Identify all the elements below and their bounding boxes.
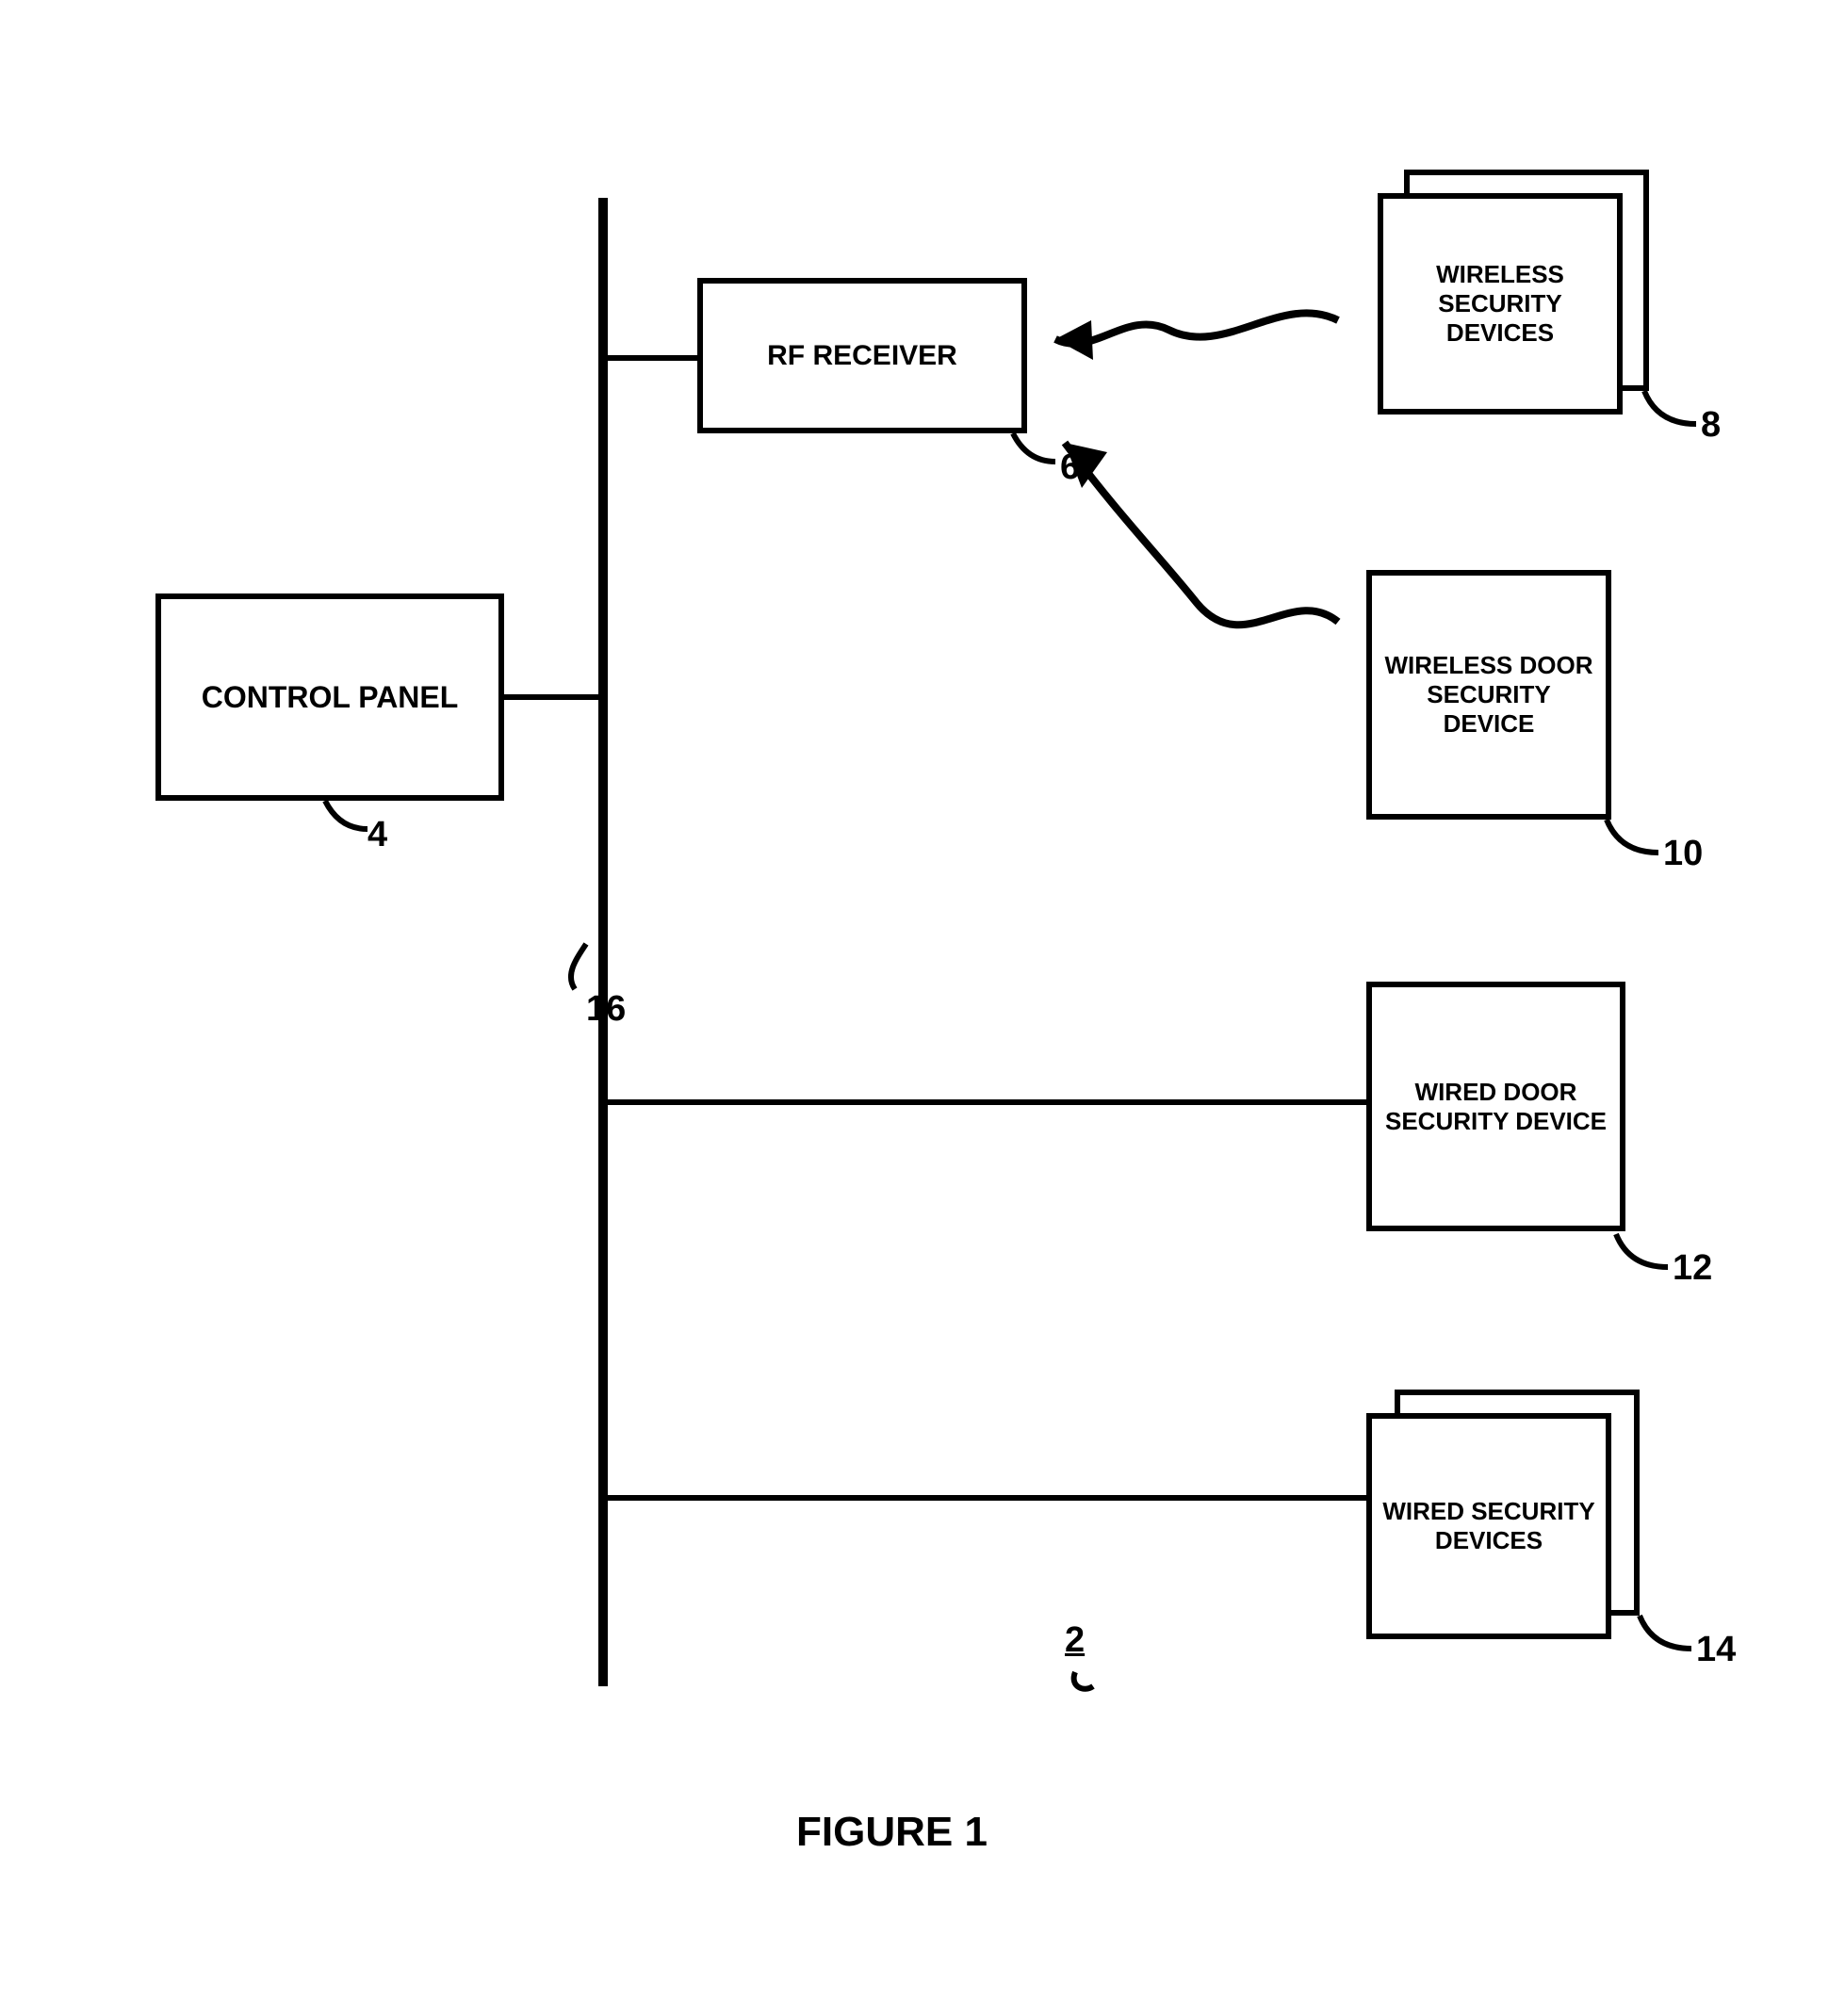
wired-security-devices-label: WIRED SECURITY DEVICES bbox=[1381, 1497, 1596, 1555]
figure-title: FIGURE 1 bbox=[796, 1809, 988, 1856]
wired-door-security-device-box: WIRED DOOR SECURITY DEVICE bbox=[1366, 982, 1625, 1231]
refnum-wired-security-devices: 14 bbox=[1696, 1630, 1736, 1670]
control-panel-box: CONTROL PANEL bbox=[155, 593, 504, 801]
rf-receiver-box: RF RECEIVER bbox=[697, 278, 1027, 433]
wireless-door-security-device-box: WIRELESS DOOR SECURITY DEVICE bbox=[1366, 570, 1611, 820]
control-panel-label: CONTROL PANEL bbox=[202, 680, 459, 715]
refnum-rf-receiver: 6 bbox=[1060, 447, 1080, 488]
wireless-security-devices-label: WIRELESS SECURITY DEVICES bbox=[1393, 260, 1608, 348]
refnum-bus: 16 bbox=[586, 989, 626, 1030]
refnum-control-panel: 4 bbox=[367, 815, 387, 855]
rf-receiver-label: RF RECEIVER bbox=[767, 340, 957, 372]
wired-door-security-device-label: WIRED DOOR SECURITY DEVICE bbox=[1381, 1078, 1610, 1136]
refnum-wireless-security-devices: 8 bbox=[1701, 405, 1721, 446]
refnum-system: 2 bbox=[1065, 1620, 1085, 1661]
wireless-security-devices-box: WIRELESS SECURITY DEVICES bbox=[1378, 193, 1623, 415]
wired-security-devices-box: WIRED SECURITY DEVICES bbox=[1366, 1413, 1611, 1639]
wireless-door-security-device-label: WIRELESS DOOR SECURITY DEVICE bbox=[1381, 651, 1596, 739]
refnum-wireless-door-security-device: 10 bbox=[1663, 834, 1703, 874]
refnum-wired-door-security-device: 12 bbox=[1673, 1248, 1712, 1289]
